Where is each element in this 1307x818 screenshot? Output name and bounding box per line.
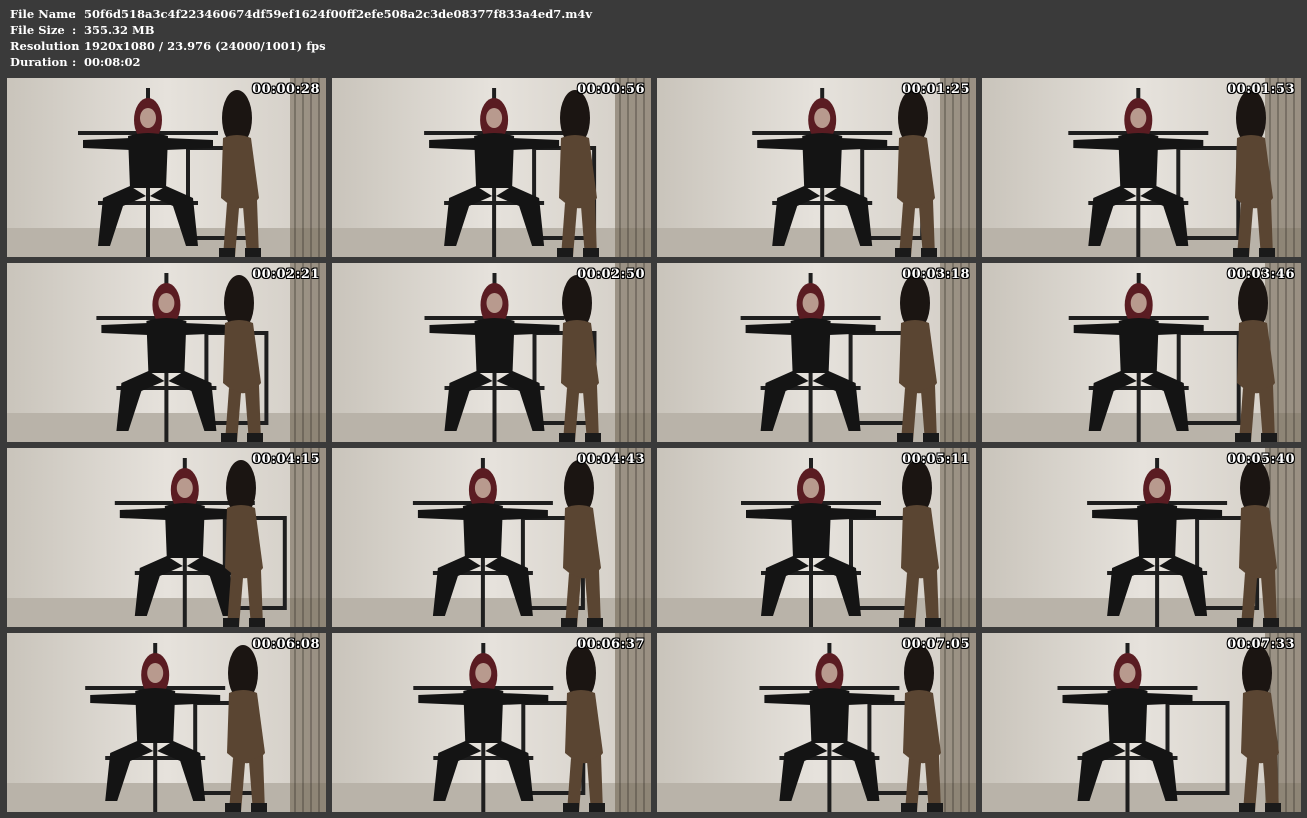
duration-label: Duration bbox=[10, 55, 68, 69]
thumbnail-timestamp: 00:03:18 bbox=[902, 267, 970, 282]
thumbnail-timestamp: 00:04:15 bbox=[252, 452, 320, 467]
video-thumbnail: 00:06:08 bbox=[7, 633, 326, 812]
frame-image bbox=[332, 633, 651, 812]
thumbnail-timestamp: 00:00:56 bbox=[577, 82, 645, 97]
thumbnail-timestamp: 00:05:40 bbox=[1227, 452, 1295, 467]
frame-image bbox=[982, 633, 1301, 812]
video-thumbnail: 00:00:56 bbox=[332, 78, 651, 257]
separator: : bbox=[72, 39, 77, 53]
duration-value: 00:08:02 bbox=[84, 55, 141, 69]
thumbnail-timestamp: 00:02:21 bbox=[252, 267, 320, 282]
file-name-label: File Name bbox=[10, 7, 76, 21]
video-thumbnail: 00:04:43 bbox=[332, 448, 651, 627]
thumbnail-timestamp: 00:07:05 bbox=[902, 637, 970, 652]
file-name-row: File Name : 50f6d518a3c4f223460674df59ef… bbox=[10, 6, 592, 22]
frame-image bbox=[332, 448, 651, 627]
frame-image bbox=[7, 78, 326, 257]
thumbnail-timestamp: 00:02:50 bbox=[577, 267, 645, 282]
duration-row: Duration : 00:08:02 bbox=[10, 54, 592, 70]
file-name-value: 50f6d518a3c4f223460674df59ef1624f00ff2ef… bbox=[84, 7, 593, 21]
thumbnail-timestamp: 00:03:46 bbox=[1227, 267, 1295, 282]
frame-image bbox=[982, 78, 1301, 257]
resolution-label: Resolution bbox=[10, 39, 80, 53]
frame-image bbox=[7, 633, 326, 812]
frame-image bbox=[982, 448, 1301, 627]
file-size-value: 355.32 MB bbox=[84, 23, 155, 37]
separator: : bbox=[72, 7, 77, 21]
thumbnail-timestamp: 00:01:53 bbox=[1227, 82, 1295, 97]
frame-image bbox=[657, 633, 976, 812]
separator: : bbox=[72, 23, 77, 37]
frame-image bbox=[982, 263, 1301, 442]
frame-image bbox=[7, 448, 326, 627]
frame-image bbox=[657, 78, 976, 257]
video-thumbnail: 00:00:28 bbox=[7, 78, 326, 257]
thumbnail-timestamp: 00:05:11 bbox=[902, 452, 970, 467]
video-thumbnail: 00:01:53 bbox=[982, 78, 1301, 257]
frame-image bbox=[657, 448, 976, 627]
video-thumbnail: 00:03:46 bbox=[982, 263, 1301, 442]
video-thumbnail: 00:04:15 bbox=[7, 448, 326, 627]
frame-image bbox=[332, 78, 651, 257]
video-thumbnail: 00:06:37 bbox=[332, 633, 651, 812]
file-info-panel: File Name : 50f6d518a3c4f223460674df59ef… bbox=[10, 6, 592, 70]
thumbnail-timestamp: 00:06:37 bbox=[577, 637, 645, 652]
thumbnail-timestamp: 00:00:28 bbox=[252, 82, 320, 97]
thumbnail-grid: 00:00:28 00:00:56 00:01:25 00:01:53 00:02:21… bbox=[7, 78, 1301, 812]
frame-image bbox=[332, 263, 651, 442]
separator: : bbox=[72, 55, 77, 69]
thumbnail-timestamp: 00:01:25 bbox=[902, 82, 970, 97]
video-thumbnail: 00:05:11 bbox=[657, 448, 976, 627]
resolution-row: Resolution : 1920x1080 / 23.976 (24000/1… bbox=[10, 38, 592, 54]
file-size-label: File Size bbox=[10, 23, 65, 37]
video-thumbnail: 00:02:50 bbox=[332, 263, 651, 442]
video-thumbnail: 00:02:21 bbox=[7, 263, 326, 442]
video-thumbnail: 00:05:40 bbox=[982, 448, 1301, 627]
video-thumbnail: 00:01:25 bbox=[657, 78, 976, 257]
thumbnail-timestamp: 00:04:43 bbox=[577, 452, 645, 467]
frame-image bbox=[657, 263, 976, 442]
resolution-value: 1920x1080 / 23.976 (24000/1001) fps bbox=[84, 39, 326, 53]
thumbnail-timestamp: 00:06:08 bbox=[252, 637, 320, 652]
video-thumbnail: 00:03:18 bbox=[657, 263, 976, 442]
frame-image bbox=[7, 263, 326, 442]
video-thumbnail: 00:07:33 bbox=[982, 633, 1301, 812]
file-size-row: File Size : 355.32 MB bbox=[10, 22, 592, 38]
thumbnail-timestamp: 00:07:33 bbox=[1227, 637, 1295, 652]
video-thumbnail: 00:07:05 bbox=[657, 633, 976, 812]
